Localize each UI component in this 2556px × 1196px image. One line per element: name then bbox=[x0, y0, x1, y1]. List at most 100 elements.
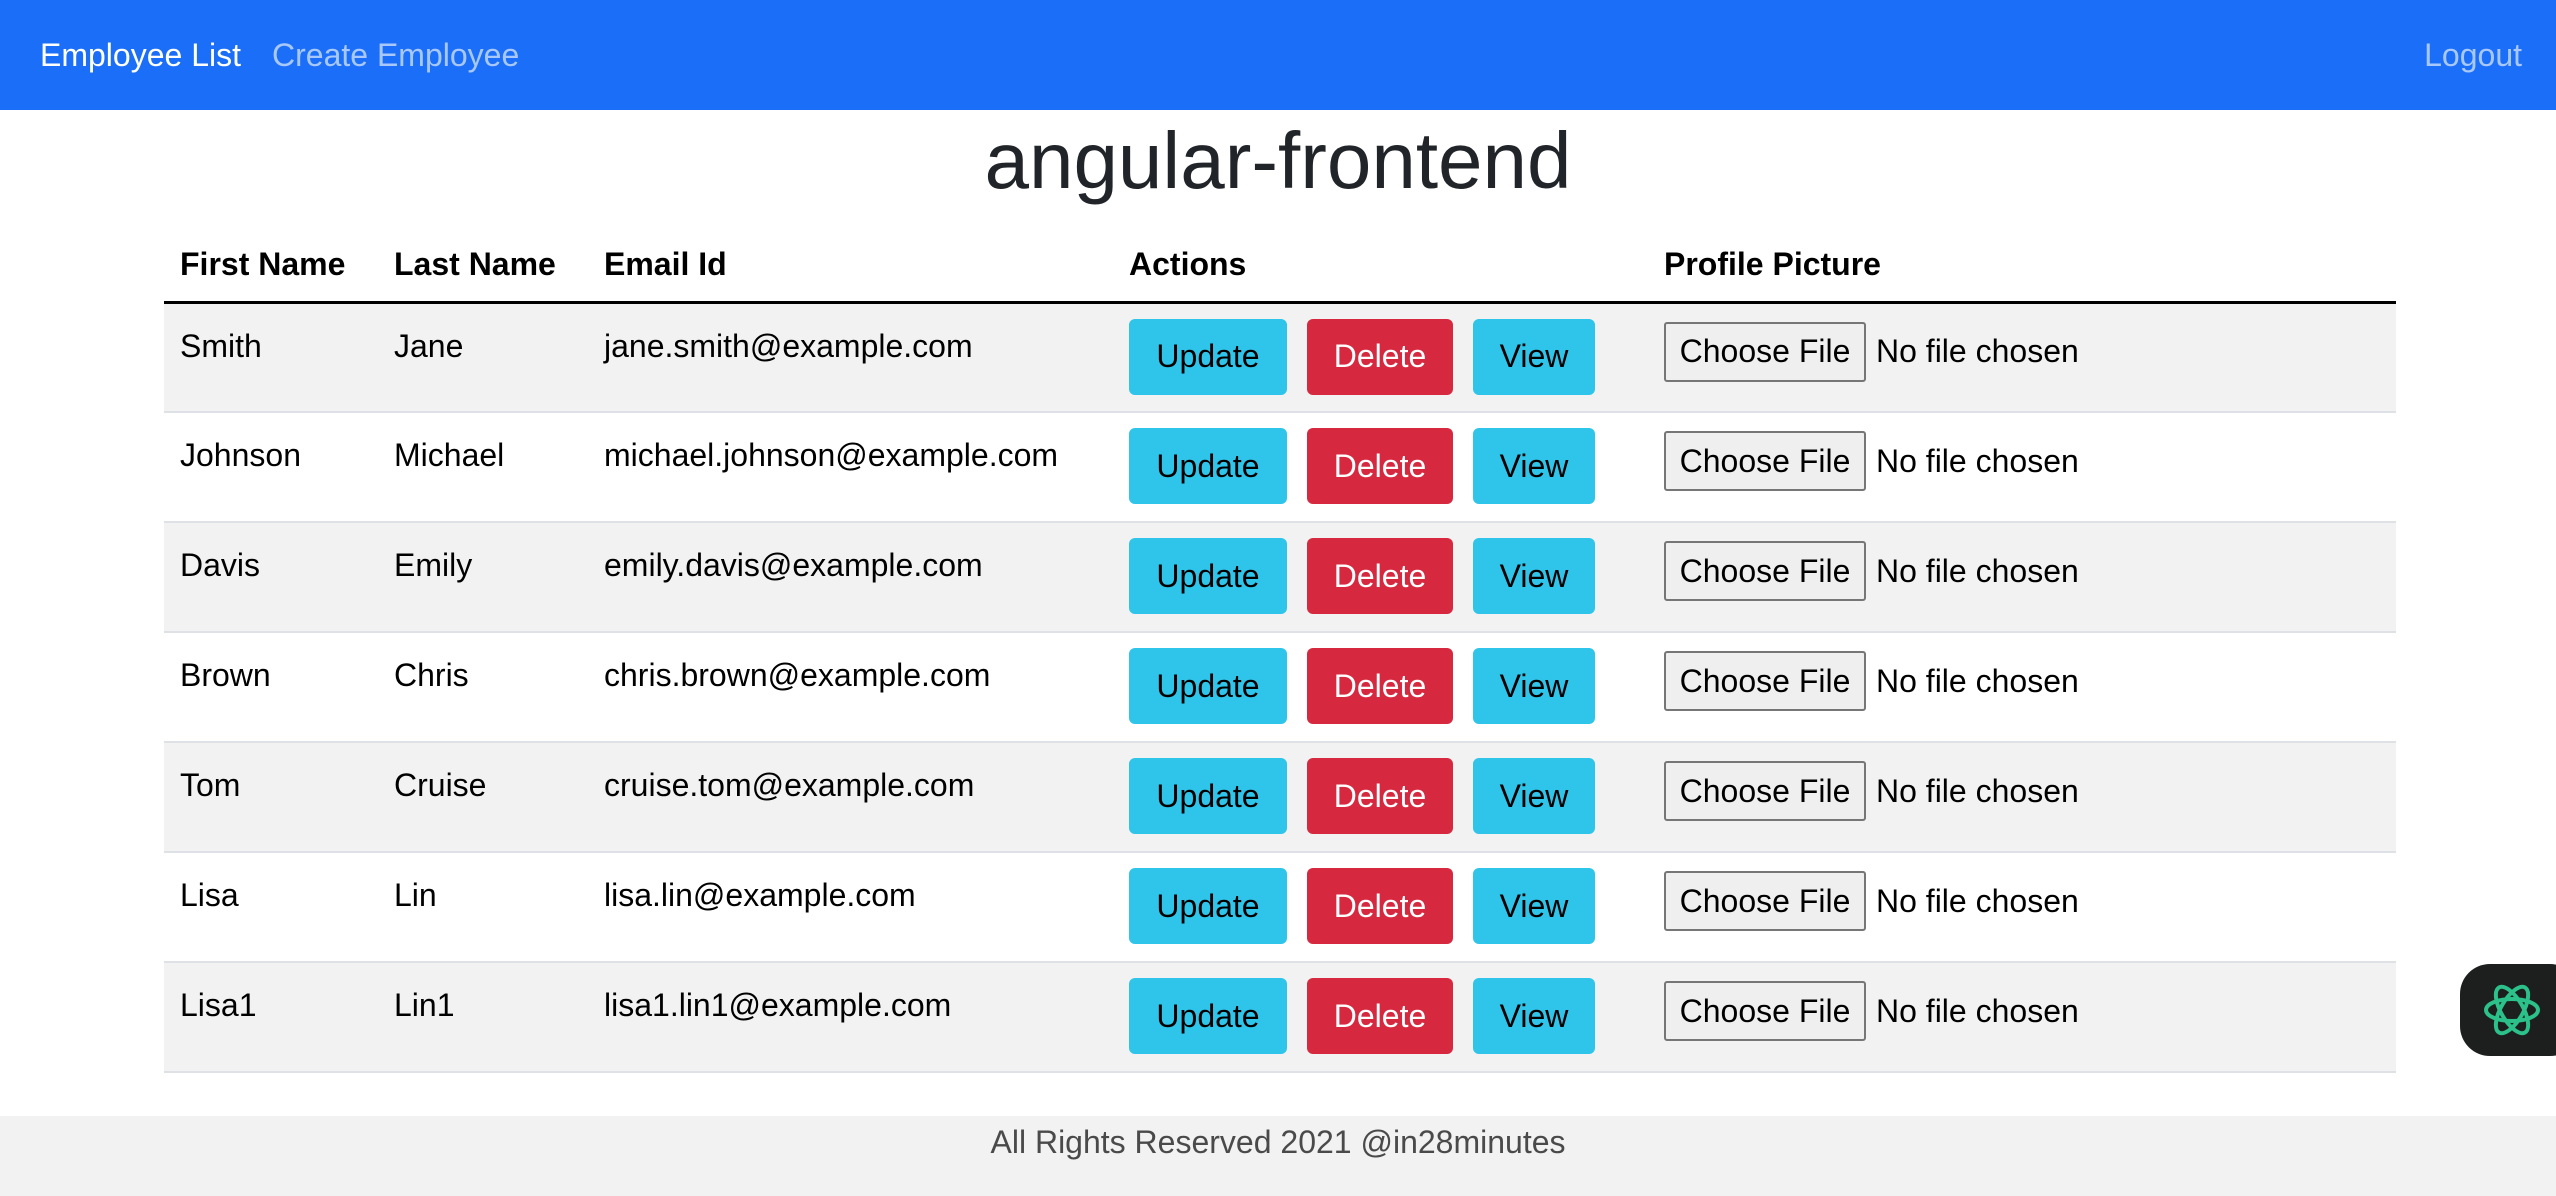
last-name-cell: Chris bbox=[378, 632, 588, 743]
last-name-cell: Lin1 bbox=[378, 962, 588, 1073]
assistant-widget-button[interactable] bbox=[2460, 964, 2556, 1056]
email-text: chris.brown@example.com bbox=[604, 657, 991, 693]
page-title: angular-frontend bbox=[984, 116, 1572, 205]
last-name-cell: Michael bbox=[378, 412, 588, 523]
first-name-text: Lisa1 bbox=[180, 987, 257, 1023]
email-text: cruise.tom@example.com bbox=[604, 767, 975, 803]
nav-create-employee-link[interactable]: Create Employee bbox=[272, 0, 519, 110]
first-name-cell: Lisa bbox=[164, 852, 378, 963]
last-name-text: Lin bbox=[394, 877, 437, 913]
choose-file-button[interactable]: Choose File bbox=[1664, 651, 1866, 711]
last-name-cell: Jane bbox=[378, 302, 588, 413]
header-first-name: First Name bbox=[164, 228, 378, 304]
actions-cell: Update Delete View bbox=[1113, 962, 1648, 1073]
choose-file-button[interactable]: Choose File bbox=[1664, 431, 1866, 491]
update-button[interactable]: Update bbox=[1129, 538, 1287, 614]
update-button[interactable]: Update bbox=[1129, 318, 1287, 395]
file-input: Choose File No file chosen bbox=[1664, 853, 2396, 949]
action-buttons: Update Delete View bbox=[1129, 413, 1648, 519]
choose-file-button[interactable]: Choose File bbox=[1664, 761, 1866, 821]
table-row: Brown Chris chris.brown@example.com Upda… bbox=[164, 632, 2396, 743]
action-buttons: Update Delete View bbox=[1129, 304, 1648, 410]
first-name-text: Smith bbox=[180, 327, 262, 364]
profile-picture-cell: Choose File No file chosen bbox=[1648, 962, 2396, 1073]
delete-button[interactable]: Delete bbox=[1307, 538, 1453, 614]
action-buttons: Update Delete View bbox=[1129, 743, 1648, 849]
view-button[interactable]: View bbox=[1473, 538, 1595, 614]
profile-picture-cell: Choose File No file chosen bbox=[1648, 522, 2396, 633]
update-button[interactable]: Update bbox=[1129, 648, 1287, 724]
table-row: Smith Jane jane.smith@example.com Update… bbox=[164, 302, 2396, 413]
profile-picture-cell: Choose File No file chosen bbox=[1648, 302, 2396, 413]
email-text: emily.davis@example.com bbox=[604, 547, 983, 583]
header-profile-picture: Profile Picture bbox=[1648, 228, 2396, 304]
delete-button[interactable]: Delete bbox=[1307, 428, 1453, 504]
email-cell: lisa1.lin1@example.com bbox=[588, 962, 1113, 1073]
first-name-text: Tom bbox=[180, 767, 241, 803]
last-name-cell: Cruise bbox=[378, 742, 588, 853]
view-button[interactable]: View bbox=[1473, 868, 1595, 944]
navbar: Employee List Create Employee Logout bbox=[0, 0, 2556, 110]
file-status-text: No file chosen bbox=[1876, 662, 2079, 699]
profile-picture-cell: Choose File No file chosen bbox=[1648, 852, 2396, 963]
update-button[interactable]: Update bbox=[1129, 758, 1287, 834]
header-actions: Actions bbox=[1113, 228, 1648, 304]
table-header-row: First Name Last Name Email Id Actions Pr… bbox=[164, 228, 2396, 304]
update-button[interactable]: Update bbox=[1129, 978, 1287, 1054]
table-row: Johnson Michael michael.johnson@example.… bbox=[164, 412, 2396, 523]
file-input: Choose File No file chosen bbox=[1664, 743, 2396, 839]
delete-button[interactable]: Delete bbox=[1307, 648, 1453, 724]
file-input: Choose File No file chosen bbox=[1664, 633, 2396, 729]
delete-button[interactable]: Delete bbox=[1307, 318, 1453, 395]
actions-cell: Update Delete View bbox=[1113, 412, 1648, 523]
email-cell: michael.johnson@example.com bbox=[588, 412, 1113, 523]
header-last-name: Last Name bbox=[378, 228, 588, 304]
profile-picture-cell: Choose File No file chosen bbox=[1648, 632, 2396, 743]
view-button[interactable]: View bbox=[1473, 318, 1595, 395]
view-button[interactable]: View bbox=[1473, 758, 1595, 834]
last-name-text: Michael bbox=[394, 437, 505, 473]
email-text: lisa.lin@example.com bbox=[604, 877, 916, 913]
actions-cell: Update Delete View bbox=[1113, 302, 1648, 413]
last-name-text: Lin1 bbox=[394, 987, 455, 1023]
action-buttons: Update Delete View bbox=[1129, 963, 1648, 1069]
first-name-text: Johnson bbox=[180, 437, 301, 473]
update-button[interactable]: Update bbox=[1129, 428, 1287, 504]
email-text: michael.johnson@example.com bbox=[604, 437, 1059, 473]
choose-file-button[interactable]: Choose File bbox=[1664, 321, 1866, 382]
view-button[interactable]: View bbox=[1473, 428, 1595, 504]
actions-cell: Update Delete View bbox=[1113, 742, 1648, 853]
email-cell: emily.davis@example.com bbox=[588, 522, 1113, 633]
view-button[interactable]: View bbox=[1473, 648, 1595, 724]
nav-employee-list-link[interactable]: Employee List bbox=[40, 0, 241, 110]
first-name-cell: Brown bbox=[164, 632, 378, 743]
openai-knot-icon bbox=[2484, 984, 2540, 1036]
employee-table: First Name Last Name Email Id Actions Pr… bbox=[164, 228, 2396, 1073]
actions-cell: Update Delete View bbox=[1113, 852, 1648, 963]
file-status-text: No file chosen bbox=[1876, 992, 2079, 1029]
last-name-text: Jane bbox=[394, 327, 464, 364]
file-status-text: No file chosen bbox=[1876, 333, 2079, 369]
first-name-text: Davis bbox=[180, 547, 261, 583]
delete-button[interactable]: Delete bbox=[1307, 758, 1453, 834]
update-button[interactable]: Update bbox=[1129, 868, 1287, 944]
email-cell: lisa.lin@example.com bbox=[588, 852, 1113, 963]
footer: All Rights Reserved 2021 @in28minutes bbox=[0, 1116, 2556, 1196]
nav-logout-link[interactable]: Logout bbox=[2424, 0, 2522, 110]
delete-button[interactable]: Delete bbox=[1307, 978, 1453, 1054]
email-text: lisa1.lin1@example.com bbox=[604, 987, 952, 1023]
file-input: Choose File No file chosen bbox=[1664, 304, 2396, 400]
last-name-cell: Emily bbox=[378, 522, 588, 633]
email-cell: cruise.tom@example.com bbox=[588, 742, 1113, 853]
delete-button[interactable]: Delete bbox=[1307, 868, 1453, 944]
last-name-text: Chris bbox=[394, 657, 469, 693]
choose-file-button[interactable]: Choose File bbox=[1664, 541, 1866, 601]
footer-text: All Rights Reserved 2021 @in28minutes bbox=[990, 1124, 1566, 1160]
table-row: Tom Cruise cruise.tom@example.com Update… bbox=[164, 742, 2396, 853]
file-status-text: No file chosen bbox=[1876, 442, 2079, 479]
last-name-text: Emily bbox=[394, 547, 473, 583]
file-input: Choose File No file chosen bbox=[1664, 523, 2396, 619]
choose-file-button[interactable]: Choose File bbox=[1664, 871, 1866, 931]
choose-file-button[interactable]: Choose File bbox=[1664, 981, 1866, 1041]
view-button[interactable]: View bbox=[1473, 978, 1595, 1054]
